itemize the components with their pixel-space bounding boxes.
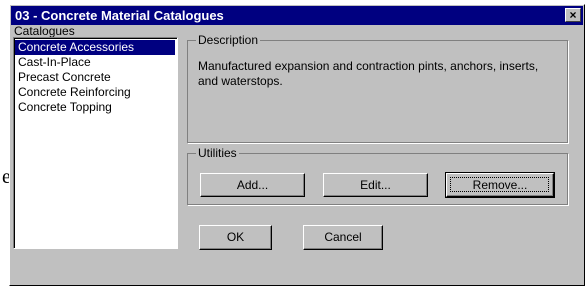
edit-button-label: Edit... [360, 178, 391, 192]
list-item-cast-in-place[interactable]: Cast-In-Place [15, 55, 175, 70]
remove-button[interactable]: Remove... [445, 172, 555, 198]
description-label: Description [196, 33, 261, 47]
catalogues-label: Catalogues [14, 24, 75, 38]
ok-button[interactable]: OK [199, 225, 272, 250]
description-group: Description Manufactured expansion and c… [187, 33, 568, 143]
utilities-label: Utilities [196, 146, 239, 160]
focus-rectangle [450, 177, 549, 192]
close-button[interactable]: × [565, 8, 581, 22]
list-item-precast-concrete[interactable]: Precast Concrete [15, 70, 175, 85]
add-button-label: Add... [236, 178, 269, 192]
close-icon: × [569, 8, 577, 22]
list-item-concrete-topping[interactable]: Concrete Topping [15, 100, 175, 115]
add-button[interactable]: Add... [200, 173, 305, 197]
edit-button[interactable]: Edit... [323, 173, 428, 197]
window-title: 03 - Concrete Material Catalogues [15, 8, 224, 23]
ok-button-label: OK [226, 230, 245, 244]
cancel-button-label: Cancel [324, 230, 362, 244]
description-text: Manufactured expansion and contraction p… [198, 59, 539, 88]
title-bar[interactable]: 03 - Concrete Material Catalogues × [11, 6, 583, 25]
catalogues-listbox[interactable]: Concrete Accessories Cast-In-Place Preca… [13, 37, 178, 249]
list-item-concrete-accessories[interactable]: Concrete Accessories [15, 40, 175, 55]
cancel-button[interactable]: Cancel [303, 225, 383, 250]
list-item-concrete-reinforcing[interactable]: Concrete Reinforcing [15, 85, 175, 100]
